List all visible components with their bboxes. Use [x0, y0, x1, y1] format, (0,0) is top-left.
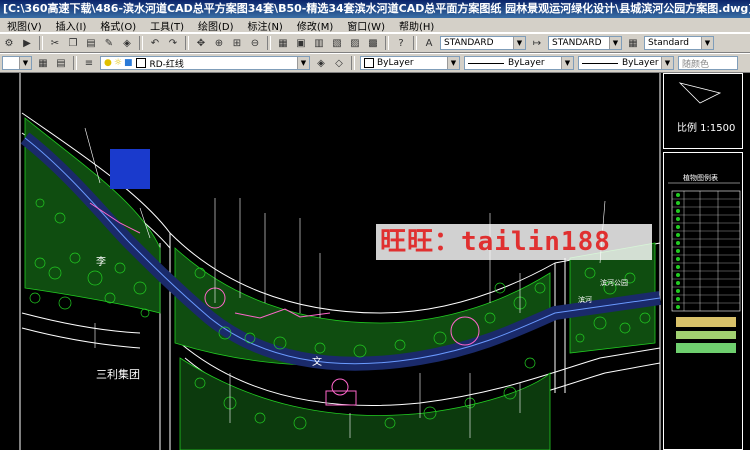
web-icon[interactable]: ▶ [20, 36, 34, 50]
zoom-previous-icon[interactable]: ⊖ [248, 36, 262, 50]
table-style-icon: ▦ [628, 37, 638, 49]
road-edge [21, 327, 141, 349]
scale-panel [663, 73, 743, 149]
workspace-select[interactable]: ▼ [2, 56, 32, 70]
label-river: 滨河 [578, 296, 592, 304]
copy-icon[interactable]: ❐ [66, 36, 80, 50]
sun-icon: ☼ [113, 58, 122, 68]
color-swatch [364, 58, 374, 68]
layers-properties-toolbar: ▼ ▦ ▤ ≡ ● ☼ ■ RD-红线 ▼ ◈ ◇ ByLayer ▼ ByLa… [0, 53, 750, 73]
design-center-icon[interactable]: ▣ [294, 36, 308, 50]
toolbar-separator [39, 36, 43, 50]
dim-style-select[interactable]: STANDARD ▼ [548, 36, 622, 50]
zoom-realtime-icon[interactable]: ⊕ [212, 36, 226, 50]
dim-style-icon: ↦ [532, 37, 542, 49]
chevron-down-icon: ▼ [661, 57, 673, 69]
text-style-icon: A [425, 37, 433, 49]
zoom-window-icon[interactable]: ⊞ [230, 36, 244, 50]
calculator-icon[interactable]: ▩ [366, 36, 380, 50]
pond [110, 149, 150, 189]
paste-icon[interactable]: ▤ [84, 36, 98, 50]
chevron-down-icon: ▼ [609, 37, 621, 49]
plotstyle-select: 随颜色 [678, 56, 738, 70]
pan-icon[interactable]: ✥ [194, 36, 208, 50]
legend-panel [663, 152, 743, 450]
sheet-set-icon[interactable]: ▧ [330, 36, 344, 50]
toolbar-separator [413, 36, 417, 50]
tool-palettes-icon[interactable]: ▥ [312, 36, 326, 50]
layer-previous-icon[interactable]: ◇ [332, 56, 346, 70]
menu-help[interactable]: 帮助(H) [392, 18, 441, 33]
help-icon[interactable]: ? [394, 36, 408, 50]
layer-states-icon[interactable]: ≡ [82, 56, 96, 70]
standard-toolbar: ⚙ ▶ ✂ ❐ ▤ ✎ ◈ ↶ ↷ ✥ ⊕ ⊞ ⊖ ▦ ▣ ▥ ▧ ▨ ▩ ? … [0, 33, 750, 53]
road-edge [21, 312, 141, 334]
scale-label: 比例 1:1500 [677, 123, 736, 134]
menu-window[interactable]: 窗口(W) [340, 18, 392, 33]
window-title-bar: [C:\360高速下载\486-滨水河道CAD总平方案图34套\B50-精选34… [0, 0, 750, 18]
toolbar-separator [267, 36, 271, 50]
undo-icon[interactable]: ↶ [148, 36, 162, 50]
chevron-down-icon: ▼ [513, 37, 525, 49]
qr-icon[interactable]: ▦ [36, 56, 50, 70]
lineweight-select[interactable]: ByLayer ▼ [578, 56, 674, 70]
label-park: 滨河公园 [600, 279, 628, 287]
plaza [331, 378, 349, 396]
window-title: [C:\360高速下载\486-滨水河道CAD总平方案图34套\B50-精选34… [3, 2, 750, 15]
site-plan-drawing [19, 73, 741, 450]
toolbar-separator [351, 56, 355, 70]
markup-icon[interactable]: ▨ [348, 36, 362, 50]
lineweight-sample [582, 62, 618, 64]
layer-select[interactable]: ● ☼ ■ RD-红线 ▼ [100, 56, 310, 70]
layer-color-swatch [136, 58, 147, 68]
text-style-select[interactable]: STANDARD ▼ [440, 36, 526, 50]
toolbar-separator [185, 36, 189, 50]
chevron-down-icon: ▼ [19, 57, 31, 69]
redo-icon[interactable]: ↷ [166, 36, 180, 50]
linetype-select[interactable]: ByLayer ▼ [464, 56, 574, 70]
menu-view[interactable]: 视图(V) [0, 18, 49, 33]
label-wen: 文 [312, 357, 322, 368]
block-editor-icon[interactable]: ◈ [120, 36, 134, 50]
legend-title: 植物图例表 [683, 174, 718, 182]
menu-insert[interactable]: 插入(I) [49, 18, 94, 33]
menu-bar: 视图(V) 插入(I) 格式(O) 工具(T) 绘图(D) 标注(N) 修改(M… [0, 18, 750, 33]
label-li: 李 [96, 257, 106, 268]
green-zone [179, 357, 551, 450]
chevron-down-icon: ▼ [561, 57, 573, 69]
linetype-sample [468, 62, 504, 64]
properties-icon[interactable]: ▦ [276, 36, 290, 50]
color-select[interactable]: ByLayer ▼ [360, 56, 460, 70]
toolbar-separator [139, 36, 143, 50]
publish-icon[interactable]: ⚙ [2, 36, 16, 50]
lock-icon: ■ [123, 58, 133, 68]
menu-dimension[interactable]: 标注(N) [241, 18, 290, 33]
label-sanli-group: 三利集团 [96, 368, 140, 381]
chevron-down-icon: ▼ [447, 57, 459, 69]
plaza-block [325, 390, 357, 406]
make-current-layer-icon[interactable]: ◈ [314, 56, 328, 70]
menu-draw[interactable]: 绘图(D) [191, 18, 241, 33]
lightbulb-icon: ● [104, 58, 112, 68]
drawing-canvas[interactable]: 李 文 三利集团 滨河 滨河公园 [0, 73, 750, 450]
menu-format[interactable]: 格式(O) [93, 18, 143, 33]
green-zone [174, 247, 551, 367]
watermark: 旺旺：tailin188 [376, 224, 652, 260]
menu-tools[interactable]: 工具(T) [143, 18, 191, 33]
toolbar-separator [385, 36, 389, 50]
chevron-down-icon: ▼ [297, 57, 309, 69]
toolbar-separator [73, 56, 77, 70]
cut-icon[interactable]: ✂ [48, 36, 62, 50]
match-properties-icon[interactable]: ✎ [102, 36, 116, 50]
menu-modify[interactable]: 修改(M) [290, 18, 340, 33]
table-style-select[interactable]: Standard ▼ [644, 36, 714, 50]
chevron-down-icon: ▼ [701, 37, 713, 49]
layer-manager-icon[interactable]: ▤ [54, 56, 68, 70]
